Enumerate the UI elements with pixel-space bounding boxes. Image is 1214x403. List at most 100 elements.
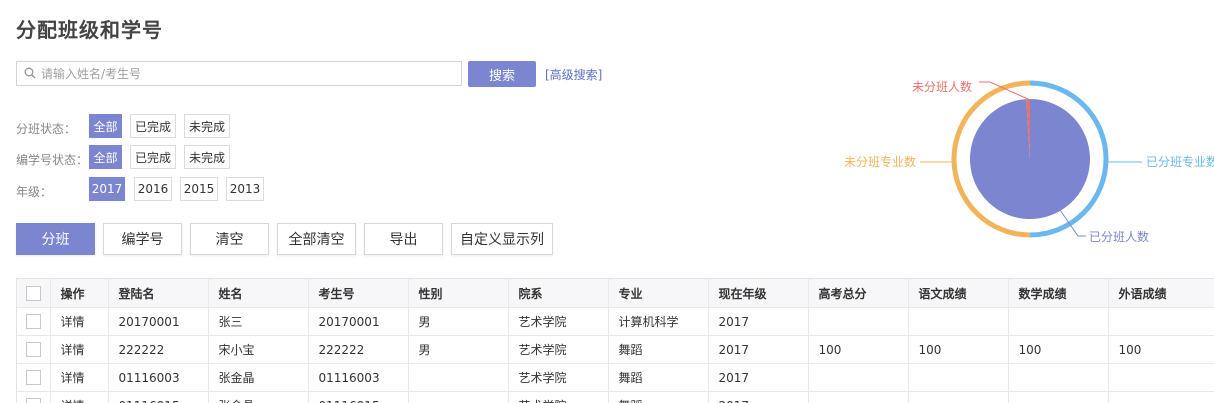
row-select-cell[interactable] [17, 364, 50, 392]
column-header: 操作 [50, 279, 108, 308]
table-cell: 01116015 [108, 392, 208, 403]
table-cell: 01116015 [308, 392, 408, 403]
table-cell: 01116003 [308, 364, 408, 392]
custom-columns-button[interactable]: 自定义显示列 [451, 223, 553, 255]
table-cell: 100 [808, 336, 908, 364]
row-checkbox[interactable] [26, 342, 41, 357]
export-button[interactable]: 导出 [364, 223, 443, 255]
table-cell: 舞蹈 [608, 336, 708, 364]
search-box[interactable] [16, 61, 462, 86]
table-cell: 宋小宝 [208, 336, 308, 364]
column-header: 登陆名 [108, 279, 208, 308]
table-row[interactable]: 详情20170001张三20170001男艺术学院计算机科学2017 [17, 308, 1214, 336]
grade-2013[interactable]: 2013 [226, 177, 264, 201]
label-assigned-students: 已分班人数 [1089, 229, 1149, 244]
table-cell: 2017 [708, 308, 808, 336]
column-header: 姓名 [208, 279, 308, 308]
detail-link[interactable]: 详情 [50, 336, 108, 364]
table-cell: 舞蹈 [608, 364, 708, 392]
row-select-cell[interactable] [17, 308, 50, 336]
row-select-cell[interactable] [17, 392, 50, 403]
grade-2015[interactable]: 2015 [180, 177, 218, 201]
table-cell: 01116003 [108, 364, 208, 392]
search-input[interactable] [41, 62, 451, 85]
table-cell: 艺术学院 [508, 364, 608, 392]
table-cell: 2017 [708, 364, 808, 392]
column-header: 高考总分 [808, 279, 908, 308]
table-cell [408, 392, 508, 403]
table-row[interactable]: 详情222222宋小宝222222男艺术学院舞蹈2017100100100100 [17, 336, 1214, 364]
table-cell [908, 364, 1008, 392]
grade-2016[interactable]: 2016 [134, 177, 172, 201]
table-cell: 舞蹈 [608, 392, 708, 403]
table-cell: 222222 [108, 336, 208, 364]
detail-link[interactable]: 详情 [50, 364, 108, 392]
table-header-row: 操作 登陆名 姓名 考生号 性别 院系 专业 现在年级 高考总分 语文成绩 数学… [17, 279, 1214, 308]
class-status-undone[interactable]: 未完成 [184, 114, 230, 138]
row-checkbox[interactable] [26, 314, 41, 329]
row-select-cell[interactable] [17, 336, 50, 364]
clear-all-button[interactable]: 全部清空 [277, 223, 356, 255]
label-assigned-majors: 已分班专业数 [1146, 154, 1214, 169]
assign-number-button[interactable]: 编学号 [103, 223, 182, 255]
table-cell: 艺术学院 [508, 308, 608, 336]
advanced-search-link[interactable]: [高级搜索] [545, 66, 602, 83]
clear-button[interactable]: 清空 [190, 223, 269, 255]
column-header: 现在年级 [708, 279, 808, 308]
column-header: 院系 [508, 279, 608, 308]
class-assignment-pie-chart: 未分班人数 未分班专业数 已分班专业数 已分班人数 [840, 70, 1214, 260]
label-unassigned-students: 未分班人数 [912, 79, 972, 94]
table-cell [808, 364, 908, 392]
row-checkbox[interactable] [26, 370, 41, 385]
table-row[interactable]: 详情01116003张金晶01116003艺术学院舞蹈2017 [17, 364, 1214, 392]
table-cell: 男 [408, 308, 508, 336]
table-cell: 计算机科学 [608, 308, 708, 336]
table-cell: 20170001 [108, 308, 208, 336]
table-cell: 100 [908, 336, 1008, 364]
column-header: 性别 [408, 279, 508, 308]
table-cell: 100 [1008, 336, 1108, 364]
table-cell [808, 392, 908, 403]
table-cell: 张金晶 [208, 392, 308, 403]
table-cell [1008, 364, 1108, 392]
table-cell [908, 392, 1008, 403]
label-unassigned-majors: 未分班专业数 [844, 154, 916, 169]
grade-label: 年级： [16, 183, 52, 200]
grade-2017[interactable]: 2017 [89, 177, 125, 201]
select-all-cell[interactable] [17, 279, 50, 308]
column-header: 数学成绩 [1008, 279, 1108, 308]
table-cell: 男 [408, 336, 508, 364]
number-status-all[interactable]: 全部 [89, 145, 122, 169]
table-cell: 222222 [308, 336, 408, 364]
table-row[interactable]: 详情01116015张金晶01116015艺术学院舞蹈2017 [17, 392, 1214, 403]
class-status-all[interactable]: 全部 [89, 114, 122, 138]
table-cell [1108, 308, 1214, 336]
column-header: 考生号 [308, 279, 408, 308]
table-cell: 100 [1108, 336, 1214, 364]
table-cell: 艺术学院 [508, 336, 608, 364]
column-header: 外语成绩 [1108, 279, 1214, 308]
table-cell: 张金晶 [208, 364, 308, 392]
table-cell [808, 308, 908, 336]
student-table: 操作 登陆名 姓名 考生号 性别 院系 专业 现在年级 高考总分 语文成绩 数学… [16, 278, 1214, 403]
table-cell [408, 364, 508, 392]
number-status-done[interactable]: 已完成 [130, 145, 176, 169]
detail-link[interactable]: 详情 [50, 308, 108, 336]
column-header: 专业 [608, 279, 708, 308]
search-button[interactable]: 搜索 [468, 61, 536, 87]
table-cell: 20170001 [308, 308, 408, 336]
table-cell [1108, 364, 1214, 392]
class-status-done[interactable]: 已完成 [130, 114, 176, 138]
column-header: 语文成绩 [908, 279, 1008, 308]
number-status-undone[interactable]: 未完成 [184, 145, 230, 169]
row-checkbox[interactable] [26, 398, 41, 403]
detail-link[interactable]: 详情 [50, 392, 108, 403]
select-all-checkbox[interactable] [26, 286, 41, 301]
inner-pie-group [970, 99, 1090, 219]
table-cell [908, 308, 1008, 336]
table-cell [1008, 392, 1108, 403]
table-cell: 2017 [708, 336, 808, 364]
assign-class-button[interactable]: 分班 [16, 223, 95, 255]
table-cell [1008, 308, 1108, 336]
class-status-label: 分班状态： [16, 120, 76, 137]
